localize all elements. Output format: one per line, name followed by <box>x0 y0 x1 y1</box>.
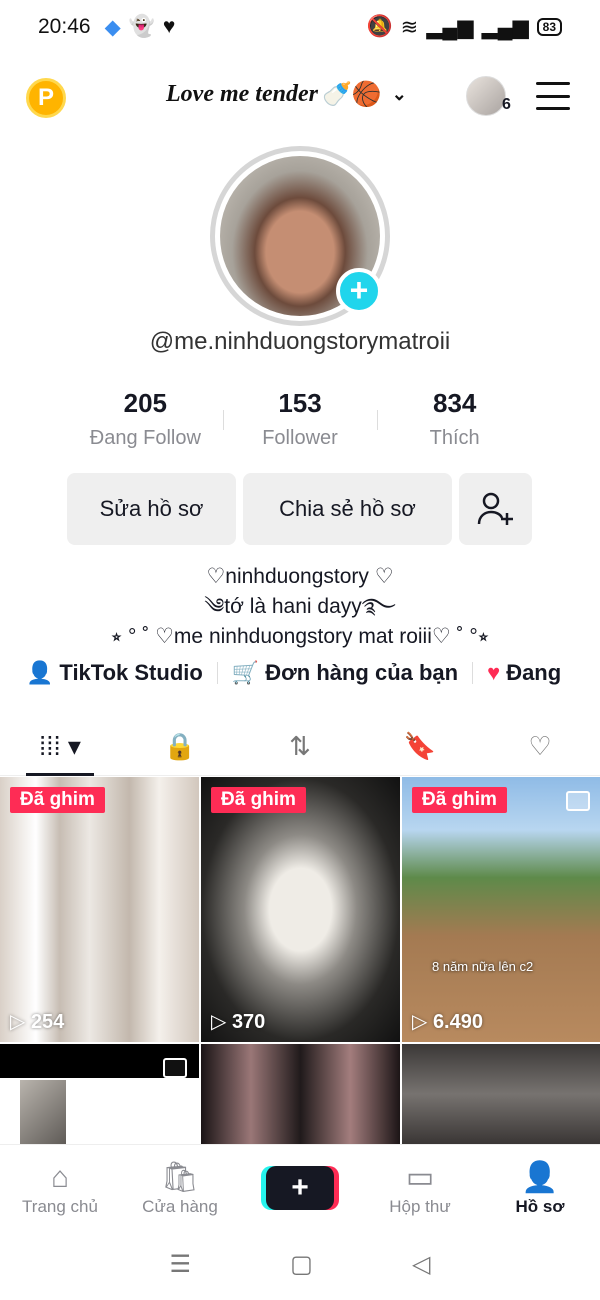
photo-icon <box>566 791 590 811</box>
grid-icon: ⁞⁞⁞ ▾ <box>39 731 81 761</box>
video-tile[interactable] <box>201 1044 400 1144</box>
profile-header: P Love me tender 🍼🏀 ⌄ 6 <box>0 70 600 126</box>
status-notifications: ◆ 👻 ♥ <box>105 15 176 40</box>
view-count-value: 254 <box>30 1011 65 1033</box>
bio-line: ⭒ ° ˚ ♡me ninhduongstory mat roiii♡ ˚ °⭒ <box>110 625 490 648</box>
add-friend-button[interactable] <box>459 473 532 545</box>
recents-icon[interactable]: ☰ <box>170 1250 192 1279</box>
shopping-bag-icon: 🛍 <box>160 1160 200 1194</box>
signal-icon: ▂▄▆ <box>426 15 474 39</box>
stat-label: Follower <box>262 427 338 449</box>
edit-profile-button[interactable]: Sửa hồ sơ <box>67 473 236 545</box>
stat-value: 834 <box>432 388 477 418</box>
account-avatar[interactable] <box>466 76 506 116</box>
bookmark-hidden-icon: 🔖 <box>403 731 437 761</box>
battery-icon: 83 <box>536 18 562 36</box>
video-tile[interactable]: Đã ghim ▷ 254 <box>0 777 199 1042</box>
video-tile[interactable] <box>0 1044 199 1144</box>
link-tiktok-studio[interactable]: TikTok Studio <box>59 660 202 686</box>
mute-icon: 🔕 <box>366 15 393 38</box>
tab-private[interactable]: 🔒 <box>120 718 240 775</box>
profile-actions: Sửa hồ sơ Chia sẻ hồ sơ <box>67 473 532 545</box>
account-name: Love me tender <box>166 81 318 107</box>
video-thumbnail <box>20 1080 66 1144</box>
add-story-icon[interactable]: + <box>336 268 382 314</box>
profile-icon: 👤 <box>521 1160 559 1194</box>
link-more[interactable]: Đang <box>506 660 561 686</box>
tab-favorites[interactable]: 🔖 <box>360 718 480 775</box>
status-indicators: 🔕 ≋ ▂▄▆ ▂▄▆ 83 <box>366 15 562 40</box>
stat-label: Thích <box>429 427 480 449</box>
view-count: ▷ 370 <box>211 1011 266 1033</box>
account-count: 6 <box>502 96 511 113</box>
nav-shop[interactable]: 🛍 Cửa hàng <box>120 1145 240 1230</box>
nav-label: Cửa hàng <box>142 1196 218 1216</box>
nav-label: Hộp thư <box>389 1196 451 1216</box>
video-caption: 8 năm nữa lên c2 <box>432 959 534 974</box>
back-icon[interactable]: ◁ <box>412 1250 430 1279</box>
bottom-nav: ⌂ Trang chủ 🛍 Cửa hàng + ▭ Hộp thư 👤 Hồ … <box>0 1144 600 1230</box>
nav-home[interactable]: ⌂ Trang chủ <box>0 1145 120 1230</box>
profile-handle: @me.ninhduongstorymatroii <box>149 328 451 355</box>
repost-icon: ⇅ <box>289 731 311 761</box>
studio-icon: 👤 <box>26 660 54 685</box>
inbox-icon: ▭ <box>405 1160 435 1194</box>
signal-icon-2: ▂▄▆ <box>481 15 529 39</box>
menu-icon[interactable] <box>536 82 570 110</box>
create-button[interactable]: + <box>266 1165 334 1210</box>
stat-value: 205 <box>123 388 168 418</box>
video-tile[interactable]: Đã ghim ▷ 370 <box>201 777 400 1042</box>
nav-inbox[interactable]: ▭ Hộp thư <box>360 1145 480 1230</box>
account-emojis: 🍼🏀 <box>321 82 382 108</box>
pinned-badge: Đã ghim <box>412 787 507 813</box>
nav-label: Hồ sơ <box>515 1196 565 1216</box>
messenger-icon: ◆ <box>104 15 121 39</box>
profile-links: 👤 TikTok Studio 🛒 Đơn hàng của bạn ♥ Đan… <box>26 660 600 686</box>
video-grid: Đã ghim ▷ 254 Đã ghim ▷ 370 Đã ghim 8 nă… <box>0 777 600 1144</box>
view-count-value: 370 <box>231 1011 266 1033</box>
snapchat-icon: 👻 <box>128 15 155 38</box>
stat-label: Đang Follow <box>89 427 201 449</box>
status-bar: 20:46 ◆ 👻 ♥ 🔕 ≋ ▂▄▆ ▂▄▆ 83 <box>0 0 600 54</box>
link-orders[interactable]: Đơn hàng của bạn <box>265 660 458 686</box>
nav-create[interactable]: + <box>240 1145 360 1230</box>
bio-line: ♡ninhduongstory ♡ <box>206 565 394 588</box>
nav-profile[interactable]: 👤 Hồ sơ <box>480 1145 600 1230</box>
profile-bio: ♡ninhduongstory ♡ ༄tớ là hani dayy࿐ ⭒ ° … <box>0 562 600 652</box>
tab-liked[interactable]: ♡ <box>480 718 600 775</box>
heart-app-icon: ♥ <box>162 15 176 38</box>
view-count: ▷ 6.490 <box>412 1011 483 1033</box>
home-icon: ⌂ <box>50 1160 70 1194</box>
coin-icon[interactable]: P <box>26 78 66 118</box>
tab-reposts[interactable]: ⇅ <box>240 718 360 775</box>
nav-label: Trang chủ <box>22 1196 98 1216</box>
pinned-badge: Đã ghim <box>211 787 306 813</box>
tab-videos[interactable]: ⁞⁞⁞ ▾ <box>0 718 120 776</box>
share-profile-button[interactable]: Chia sẻ hồ sơ <box>243 473 452 545</box>
stat-value: 153 <box>278 388 322 418</box>
lock-icon: 🔒 <box>163 731 197 761</box>
video-tile[interactable]: Đã ghim 8 năm nữa lên c2 ▷ 6.490 <box>402 777 600 1042</box>
video-tile[interactable] <box>402 1044 600 1144</box>
wifi-icon: ≋ <box>400 15 419 39</box>
cart-icon: 🛒 <box>231 660 260 685</box>
profile-stats: 205 Đang Follow 153 Follower 834 Thích <box>68 388 532 450</box>
content-tabs: ⁞⁞⁞ ▾ 🔒 ⇅ 🔖 ♡ <box>0 718 600 776</box>
photo-icon <box>163 1058 187 1078</box>
view-count: ▷ 254 <box>10 1011 65 1033</box>
bio-line: ༄tớ là hani dayy࿐ <box>204 595 396 618</box>
add-user-icon <box>477 492 513 525</box>
home-square-icon[interactable]: ▢ <box>290 1250 313 1279</box>
stat-likes[interactable]: 834 Thích <box>377 388 532 450</box>
chevron-down-icon: ⌄ <box>391 84 407 104</box>
status-time: 20:46 <box>38 15 91 38</box>
account-switcher[interactable]: Love me tender 🍼🏀 ⌄ <box>166 80 407 109</box>
heart-outline-icon: ♡ <box>528 731 552 761</box>
view-count-value: 6.490 <box>432 1011 483 1033</box>
stat-followers[interactable]: 153 Follower <box>222 388 378 450</box>
stat-following[interactable]: 205 Đang Follow <box>68 388 223 450</box>
heart-icon: ♥ <box>487 660 501 685</box>
system-nav: ☰ ▢ ◁ <box>0 1236 600 1292</box>
pinned-badge: Đã ghim <box>10 787 105 813</box>
